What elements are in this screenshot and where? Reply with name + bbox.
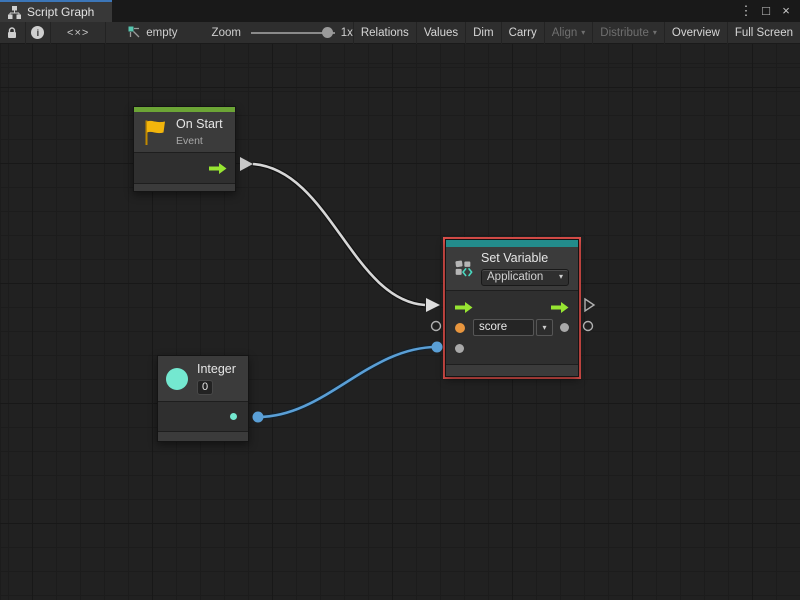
integer-type-icon — [166, 368, 188, 390]
set-variable-header[interactable]: Set Variable Application ▾ — [446, 247, 578, 290]
lock-button[interactable] — [0, 22, 25, 44]
fullscreen-button[interactable]: Full Screen — [728, 22, 800, 44]
variable-scope-dropdown[interactable]: Application ▾ — [481, 269, 569, 286]
value-output-port[interactable] — [560, 323, 569, 332]
menu-icon[interactable]: ⋮ — [738, 1, 754, 21]
node-set-variable-selection: Set Variable Application ▾ — [443, 237, 581, 379]
align-button-label: Align — [552, 27, 578, 39]
values-button[interactable]: Values — [417, 22, 465, 44]
variable-name-dropdown-button[interactable]: ▾ — [536, 319, 553, 336]
flow-output-port-icon[interactable] — [209, 163, 227, 174]
variable-scope-value: Application — [487, 271, 543, 283]
integer-ports — [158, 401, 248, 431]
flow-output-port-icon[interactable] — [551, 302, 569, 313]
graph-asset-name: empty — [146, 27, 177, 39]
lock-icon — [7, 27, 17, 39]
integer-header[interactable]: Integer 0 — [158, 356, 248, 401]
code-preview-button[interactable]: <×> — [51, 22, 105, 44]
node-title: Set Variable — [481, 251, 569, 265]
zoom-slider-handle[interactable] — [322, 27, 333, 38]
graph-asset-chip[interactable]: empty — [128, 26, 177, 39]
on-start-ports — [134, 152, 235, 183]
variable-name-field[interactable]: score — [473, 319, 534, 336]
maximize-icon[interactable]: □ — [758, 1, 774, 21]
variable-stripe — [446, 240, 578, 247]
close-icon[interactable]: × — [778, 1, 794, 21]
value-port-row: score ▾ — [446, 317, 578, 338]
integer-footer — [158, 431, 248, 441]
overview-button[interactable]: Overview — [665, 22, 727, 44]
window-controls: ⋮ □ × — [738, 0, 800, 22]
script-graph-window: Script Graph ⋮ □ × i <×> — [0, 0, 800, 600]
info-icon: i — [31, 26, 44, 39]
node-title: Integer — [197, 362, 236, 376]
dim-button[interactable]: Dim — [466, 22, 500, 44]
graph-tree-icon — [8, 6, 21, 19]
variables-icon — [455, 256, 473, 281]
toolbar-divider — [105, 22, 106, 44]
titlebar: Script Graph ⋮ □ × — [0, 0, 800, 22]
zoom-label: Zoom — [212, 27, 241, 39]
node-set-variable[interactable]: Set Variable Application ▾ — [445, 239, 579, 377]
relations-button[interactable]: Relations — [354, 22, 416, 44]
caret-down-icon: ▾ — [653, 29, 657, 37]
zoom-slider[interactable] — [251, 27, 335, 39]
caret-down-icon: ▾ — [559, 273, 563, 281]
value-input-row — [446, 338, 578, 359]
carry-button[interactable]: Carry — [502, 22, 544, 44]
integer-value-field[interactable]: 0 — [197, 380, 213, 395]
align-button[interactable]: Align ▾ — [545, 22, 593, 44]
node-subtitle: Event — [176, 135, 223, 147]
code-icon: <×> — [67, 27, 89, 39]
info-button[interactable]: i — [26, 22, 51, 44]
value-input-port[interactable] — [455, 344, 464, 353]
node-title: On Start — [176, 117, 223, 131]
on-start-footer — [134, 183, 235, 191]
caret-down-icon: ▾ — [581, 29, 585, 37]
tab-script-graph[interactable]: Script Graph — [0, 0, 112, 22]
distribute-button-label: Distribute — [600, 27, 649, 39]
set-variable-ports: score ▾ — [446, 290, 578, 364]
node-integer[interactable]: Integer 0 — [157, 355, 249, 442]
flow-port-row — [446, 297, 578, 317]
distribute-button[interactable]: Distribute ▾ — [593, 22, 664, 44]
graph-asset-icon — [128, 26, 141, 39]
flag-icon — [144, 119, 167, 146]
graph-toolbar: i <×> empty Zoom 1x Relations Values Dim… — [0, 22, 800, 44]
caret-down-icon: ▾ — [542, 324, 546, 332]
set-variable-footer — [446, 364, 578, 376]
flow-input-port-icon[interactable] — [455, 302, 473, 313]
graph-canvas[interactable] — [0, 44, 800, 600]
integer-output-port[interactable] — [230, 413, 237, 420]
variable-name-input-port[interactable] — [455, 323, 465, 333]
on-start-header[interactable]: On Start Event — [134, 112, 235, 152]
zoom-level: 1x — [341, 27, 353, 39]
node-on-start[interactable]: On Start Event — [133, 106, 236, 192]
tab-title: Script Graph — [27, 5, 94, 19]
